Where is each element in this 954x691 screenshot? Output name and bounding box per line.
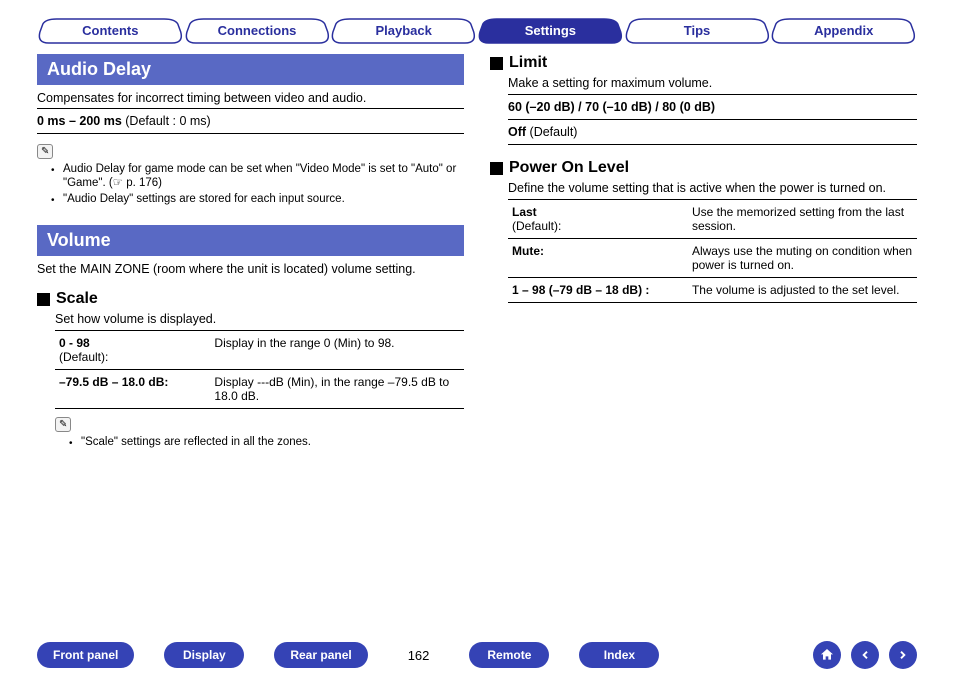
limit-heading-text: Limit [509, 54, 547, 72]
next-page-button[interactable] [889, 641, 917, 669]
rear-panel-button[interactable]: Rear panel [274, 642, 367, 668]
index-button[interactable]: Index [579, 642, 659, 668]
front-panel-button[interactable]: Front panel [37, 642, 134, 668]
limit-default: Off (Default) [508, 122, 917, 142]
tab-settings[interactable]: Settings [477, 18, 624, 44]
pencil-note-icon: ✎ [55, 417, 71, 432]
option-value: Use the memorized setting from the last … [688, 200, 917, 239]
option-key: –79.5 dB – 18.0 dB: [55, 370, 210, 409]
tab-label: Appendix [814, 23, 873, 38]
square-bullet-icon [37, 293, 50, 306]
table-row: 0 - 98 (Default): Display in the range 0… [55, 331, 464, 370]
bottom-bar: Front panel Display Rear panel 162 Remot… [37, 641, 917, 669]
scale-desc: Set how volume is displayed. [55, 312, 464, 326]
left-column: Audio Delay Compensates for incorrect ti… [37, 54, 464, 450]
limit-heading: Limit [490, 54, 917, 72]
tab-connections[interactable]: Connections [184, 18, 331, 44]
tab-label: Connections [218, 23, 297, 38]
square-bullet-icon [490, 57, 503, 70]
home-button[interactable] [813, 641, 841, 669]
page-number: 162 [398, 648, 440, 663]
option-key: Mute: [508, 239, 688, 278]
audio-delay-desc: Compensates for incorrect timing between… [37, 91, 464, 105]
tab-contents[interactable]: Contents [37, 18, 184, 44]
nav-icons [813, 641, 917, 669]
audio-delay-range: 0 ms – 200 ms (Default : 0 ms) [37, 111, 464, 131]
limit-options: 60 (–20 dB) / 70 (–10 dB) / 80 (0 dB) [508, 97, 917, 117]
table-row: Mute: Always use the muting on condition… [508, 239, 917, 278]
tab-tips[interactable]: Tips [624, 18, 771, 44]
audio-delay-range-default: (Default : 0 ms) [122, 114, 211, 128]
table-row: Last (Default): Use the memorized settin… [508, 200, 917, 239]
option-value: Display in the range 0 (Min) to 98. [210, 331, 464, 370]
power-on-desc: Define the volume setting that is active… [508, 181, 917, 195]
volume-header: Volume [37, 225, 464, 256]
tab-playback[interactable]: Playback [330, 18, 477, 44]
note-item: "Scale" settings are reflected in all th… [73, 434, 464, 450]
tab-label: Playback [375, 23, 431, 38]
option-value: The volume is adjusted to the set level. [688, 278, 917, 303]
display-button[interactable]: Display [164, 642, 244, 668]
scale-heading-text: Scale [56, 290, 98, 308]
option-key: Last (Default): [508, 200, 688, 239]
table-row: 1 – 98 (–79 dB – 18 dB) : The volume is … [508, 278, 917, 303]
option-value: Display ---dB (Min), in the range –79.5 … [210, 370, 464, 409]
audio-delay-header: Audio Delay [37, 54, 464, 85]
content-area: Audio Delay Compensates for incorrect ti… [37, 54, 917, 450]
square-bullet-icon [490, 162, 503, 175]
option-value: Always use the muting on condition when … [688, 239, 917, 278]
audio-delay-range-value: 0 ms – 200 ms [37, 114, 122, 128]
power-on-heading-text: Power On Level [509, 159, 629, 177]
option-key: 1 – 98 (–79 dB – 18 dB) : [508, 278, 688, 303]
top-tabs: Contents Connections Playback Settings T… [37, 18, 917, 44]
tab-label: Contents [82, 23, 138, 38]
tab-label: Tips [684, 23, 711, 38]
tab-appendix[interactable]: Appendix [770, 18, 917, 44]
prev-page-button[interactable] [851, 641, 879, 669]
remote-button[interactable]: Remote [469, 642, 549, 668]
option-key: 0 - 98 (Default): [55, 331, 210, 370]
note-item: "Audio Delay" settings are stored for ea… [55, 191, 464, 207]
scale-table: 0 - 98 (Default): Display in the range 0… [55, 330, 464, 409]
audio-delay-notes: Audio Delay for game mode can be set whe… [37, 161, 464, 207]
note-text: Audio Delay for game mode can be set whe… [63, 163, 456, 189]
scale-notes: "Scale" settings are reflected in all th… [55, 434, 464, 450]
scale-heading: Scale [37, 290, 464, 308]
tab-label: Settings [525, 23, 576, 38]
note-item: Audio Delay for game mode can be set whe… [55, 161, 464, 191]
limit-desc: Make a setting for maximum volume. [508, 76, 917, 90]
pencil-note-icon: ✎ [37, 144, 53, 159]
power-on-table: Last (Default): Use the memorized settin… [508, 199, 917, 303]
volume-desc: Set the MAIN ZONE (room where the unit i… [37, 262, 464, 276]
right-column: Limit Make a setting for maximum volume.… [490, 54, 917, 450]
table-row: –79.5 dB – 18.0 dB: Display ---dB (Min),… [55, 370, 464, 409]
power-on-heading: Power On Level [490, 159, 917, 177]
